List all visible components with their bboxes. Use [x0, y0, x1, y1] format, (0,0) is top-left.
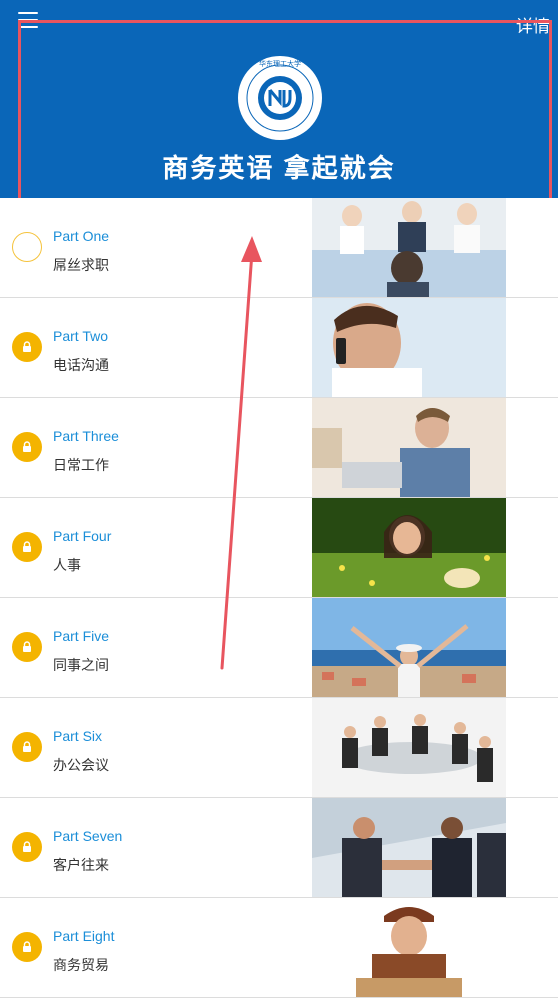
lesson-title: Part Three	[53, 428, 119, 444]
lesson-title: Part Two	[53, 328, 108, 344]
lesson-subtitle: 日常工作	[53, 457, 109, 473]
svg-text:华东理工大学: 华东理工大学	[259, 59, 301, 68]
lesson-list: Part One 屌丝求职 Part Two 电话沟通 Part Three 日常工作…	[0, 198, 558, 998]
lesson-row[interactable]: Part Two 电话沟通	[0, 298, 558, 398]
lock-icon	[12, 532, 42, 562]
lesson-title: Part Five	[53, 628, 110, 644]
delivery-photo	[312, 898, 506, 997]
header-banner: 华东理工大学 商务英语 拿起就会	[0, 24, 558, 200]
lesson-subtitle: 办公会议	[53, 757, 109, 773]
lesson-row[interactable]: Part Three 日常工作	[0, 398, 558, 498]
lesson-subtitle: 屌丝求职	[53, 257, 109, 273]
lesson-title: Part Four	[53, 528, 112, 544]
lesson-title: Part Eight	[53, 928, 115, 944]
lesson-row[interactable]: Part Four 人事	[0, 498, 558, 598]
lesson-row[interactable]: Part Seven 客户往来	[0, 798, 558, 898]
child-grass-photo	[312, 498, 506, 597]
meeting-photo	[312, 698, 506, 797]
menu-icon[interactable]	[18, 12, 38, 30]
banner-slogan: 商务英语 拿起就会	[162, 153, 396, 183]
lesson-subtitle: 商务贸易	[53, 957, 109, 973]
lesson-row[interactable]: Part One 屌丝求职	[0, 198, 558, 298]
lesson-subtitle: 电话沟通	[53, 357, 109, 373]
detail-link[interactable]: 详情	[516, 12, 550, 37]
handshake-photo	[312, 798, 506, 897]
lesson-subtitle: 客户往来	[53, 857, 109, 873]
interview-photo	[312, 198, 506, 297]
lesson-subtitle: 人事	[53, 557, 81, 573]
office-work-photo	[312, 398, 506, 497]
university-logo: 华东理工大学	[238, 56, 322, 140]
lock-icon	[12, 832, 42, 862]
lesson-row[interactable]: Part Eight 商务贸易	[0, 898, 558, 998]
lock-icon	[12, 932, 42, 962]
lesson-title: Part One	[53, 228, 110, 244]
lesson-row[interactable]: Part Five 同事之间	[0, 598, 558, 698]
lock-icon	[12, 632, 42, 662]
lesson-title: Part Seven	[53, 828, 123, 844]
lesson-title: Part Six	[53, 728, 103, 744]
lock-icon	[12, 332, 42, 362]
lock-icon	[12, 732, 42, 762]
current-node-icon	[12, 232, 42, 262]
lesson-subtitle: 同事之间	[53, 657, 109, 673]
lock-icon	[12, 432, 42, 462]
lesson-row[interactable]: Part Six 办公会议	[0, 698, 558, 798]
phone-call-photo	[312, 298, 506, 397]
coastal-city-photo	[312, 598, 506, 697]
status-bar	[0, 0, 558, 24]
